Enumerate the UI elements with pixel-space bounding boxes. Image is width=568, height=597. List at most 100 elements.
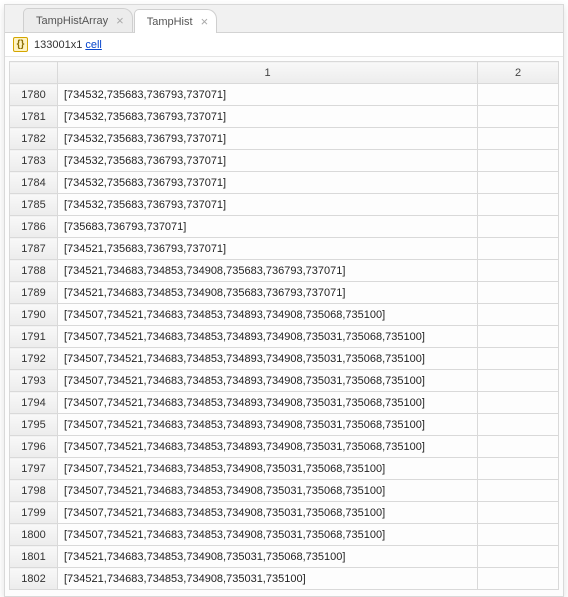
row-header[interactable]: 1784 xyxy=(10,172,58,194)
cell[interactable] xyxy=(478,106,559,128)
table-row: 1790[734507,734521,734683,734853,734893,… xyxy=(10,304,559,326)
table-row: 1796[734507,734521,734683,734853,734893,… xyxy=(10,436,559,458)
column-header-1[interactable]: 1 xyxy=(58,62,478,84)
cell[interactable]: [734521,734683,734853,734908,735683,7367… xyxy=(58,282,478,304)
row-header[interactable]: 1793 xyxy=(10,370,58,392)
row-header[interactable]: 1797 xyxy=(10,458,58,480)
cell[interactable]: [734507,734521,734683,734853,734908,7350… xyxy=(58,502,478,524)
cell[interactable] xyxy=(478,524,559,546)
cell[interactable] xyxy=(478,304,559,326)
data-grid[interactable]: 1 2 1780[734532,735683,736793,737071]178… xyxy=(9,61,559,590)
table-row: 1799[734507,734521,734683,734853,734908,… xyxy=(10,502,559,524)
row-header[interactable]: 1785 xyxy=(10,194,58,216)
row-header[interactable]: 1786 xyxy=(10,216,58,238)
cell[interactable] xyxy=(478,392,559,414)
row-header[interactable]: 1782 xyxy=(10,128,58,150)
cell[interactable] xyxy=(478,172,559,194)
table-row: 1785[734532,735683,736793,737071] xyxy=(10,194,559,216)
tab-tamphist[interactable]: TampHist × xyxy=(134,9,217,33)
cell[interactable]: [734507,734521,734683,734853,734893,7349… xyxy=(58,436,478,458)
table-row: 1794[734507,734521,734683,734853,734893,… xyxy=(10,392,559,414)
variable-editor-window: TampHistArray × TampHist × {} 133001x1 c… xyxy=(4,4,564,597)
row-header[interactable]: 1790 xyxy=(10,304,58,326)
table-row: 1786[735683,736793,737071] xyxy=(10,216,559,238)
row-header[interactable]: 1798 xyxy=(10,480,58,502)
cell[interactable]: [734507,734521,734683,734853,734893,7349… xyxy=(58,304,478,326)
table-row: 1791[734507,734521,734683,734853,734893,… xyxy=(10,326,559,348)
row-header[interactable]: 1800 xyxy=(10,524,58,546)
cell[interactable]: [734521,735683,736793,737071] xyxy=(58,238,478,260)
variable-dimensions: 133001x1 xyxy=(34,39,82,51)
cell[interactable] xyxy=(478,128,559,150)
cell[interactable] xyxy=(478,216,559,238)
row-header[interactable]: 1795 xyxy=(10,414,58,436)
row-header[interactable]: 1791 xyxy=(10,326,58,348)
cell[interactable] xyxy=(478,568,559,590)
cell[interactable]: [734507,734521,734683,734853,734908,7350… xyxy=(58,524,478,546)
table-row: 1792[734507,734521,734683,734853,734893,… xyxy=(10,348,559,370)
table-row: 1798[734507,734521,734683,734853,734908,… xyxy=(10,480,559,502)
cell[interactable] xyxy=(478,546,559,568)
cell[interactable] xyxy=(478,436,559,458)
row-header[interactable]: 1789 xyxy=(10,282,58,304)
row-header[interactable]: 1781 xyxy=(10,106,58,128)
cell[interactable] xyxy=(478,480,559,502)
cell[interactable]: [734507,734521,734683,734853,734908,7350… xyxy=(58,480,478,502)
table-row: 1789[734521,734683,734853,734908,735683,… xyxy=(10,282,559,304)
cell[interactable]: [734507,734521,734683,734853,734893,7349… xyxy=(58,370,478,392)
cell[interactable] xyxy=(478,348,559,370)
table-row: 1795[734507,734521,734683,734853,734893,… xyxy=(10,414,559,436)
cell[interactable] xyxy=(478,414,559,436)
table-row: 1781[734532,735683,736793,737071] xyxy=(10,106,559,128)
cell-array-icon: {} xyxy=(13,37,28,52)
row-header[interactable]: 1799 xyxy=(10,502,58,524)
table-row: 1802[734521,734683,734853,734908,735031,… xyxy=(10,568,559,590)
close-icon[interactable]: × xyxy=(201,15,209,28)
cell[interactable]: [734532,735683,736793,737071] xyxy=(58,128,478,150)
cell[interactable]: [734507,734521,734683,734853,734908,7350… xyxy=(58,458,478,480)
cell[interactable]: [734521,734683,734853,734908,735031,7351… xyxy=(58,568,478,590)
row-header[interactable]: 1780 xyxy=(10,84,58,106)
table-row: 1780[734532,735683,736793,737071] xyxy=(10,84,559,106)
row-header[interactable]: 1796 xyxy=(10,436,58,458)
tab-label: TampHist xyxy=(147,16,193,28)
row-header[interactable]: 1787 xyxy=(10,238,58,260)
grid-container: 1 2 1780[734532,735683,736793,737071]178… xyxy=(5,57,563,596)
row-header[interactable]: 1794 xyxy=(10,392,58,414)
cell[interactable] xyxy=(478,458,559,480)
column-header-2[interactable]: 2 xyxy=(478,62,559,84)
row-header[interactable]: 1783 xyxy=(10,150,58,172)
cell[interactable] xyxy=(478,326,559,348)
cell[interactable] xyxy=(478,502,559,524)
tab-tamphistarray[interactable]: TampHistArray × xyxy=(23,8,133,32)
row-header[interactable]: 1802 xyxy=(10,568,58,590)
row-header[interactable]: 1788 xyxy=(10,260,58,282)
row-header[interactable]: 1792 xyxy=(10,348,58,370)
cell[interactable]: [734507,734521,734683,734853,734893,7349… xyxy=(58,414,478,436)
cell[interactable] xyxy=(478,260,559,282)
cell[interactable] xyxy=(478,150,559,172)
cell[interactable]: [735683,736793,737071] xyxy=(58,216,478,238)
cell[interactable]: [734507,734521,734683,734853,734893,7349… xyxy=(58,348,478,370)
cell[interactable]: [734521,734683,734853,734908,735683,7367… xyxy=(58,260,478,282)
cell[interactable]: [734532,735683,736793,737071] xyxy=(58,150,478,172)
tab-label: TampHistArray xyxy=(36,15,108,27)
cell[interactable] xyxy=(478,282,559,304)
table-row: 1800[734507,734521,734683,734853,734908,… xyxy=(10,524,559,546)
cell[interactable]: [734532,735683,736793,737071] xyxy=(58,84,478,106)
close-icon[interactable]: × xyxy=(116,14,124,27)
table-row: 1797[734507,734521,734683,734853,734908,… xyxy=(10,458,559,480)
table-row: 1783[734532,735683,736793,737071] xyxy=(10,150,559,172)
cell[interactable]: [734532,735683,736793,737071] xyxy=(58,194,478,216)
cell[interactable]: [734532,735683,736793,737071] xyxy=(58,106,478,128)
cell[interactable] xyxy=(478,84,559,106)
cell[interactable] xyxy=(478,194,559,216)
cell[interactable]: [734521,734683,734853,734908,735031,7350… xyxy=(58,546,478,568)
variable-type-link[interactable]: cell xyxy=(85,39,102,51)
cell[interactable] xyxy=(478,238,559,260)
row-header[interactable]: 1801 xyxy=(10,546,58,568)
cell[interactable]: [734507,734521,734683,734853,734893,7349… xyxy=(58,326,478,348)
cell[interactable] xyxy=(478,370,559,392)
cell[interactable]: [734507,734521,734683,734853,734893,7349… xyxy=(58,392,478,414)
cell[interactable]: [734532,735683,736793,737071] xyxy=(58,172,478,194)
